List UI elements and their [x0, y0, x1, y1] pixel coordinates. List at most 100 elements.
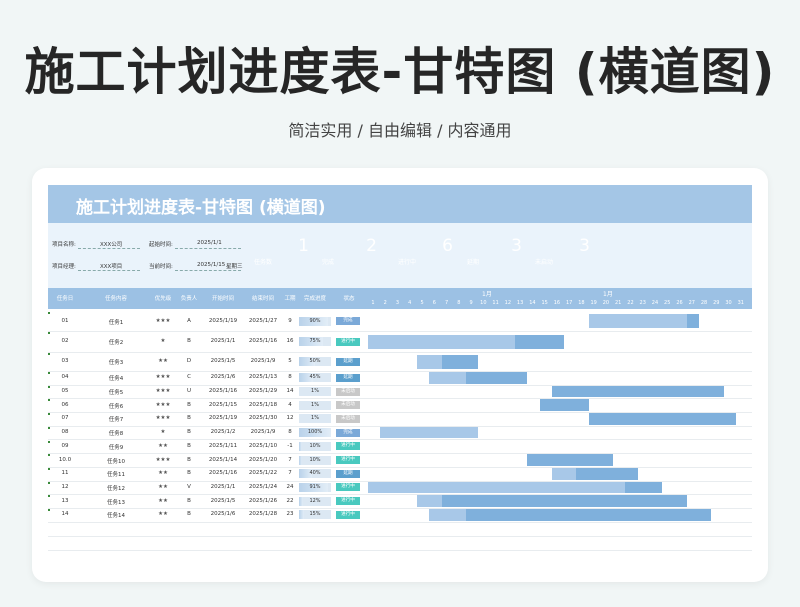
gantt-bar[interactable]: [466, 372, 528, 384]
cell-id[interactable]: 12: [52, 484, 78, 490]
cell-priority[interactable]: ★★★: [148, 374, 178, 380]
table-row[interactable]: 02 任务2 ★ B 2025/1/1 2025/1/16 16 75% 进行中: [48, 331, 752, 353]
cell-end[interactable]: 2025/1/13: [244, 374, 282, 380]
cell-end[interactable]: 2025/1/22: [244, 470, 282, 476]
cell-start[interactable]: 2025/1/14: [204, 457, 242, 463]
cell-task[interactable]: 任务4: [92, 374, 140, 382]
cell-priority[interactable]: ★★: [148, 484, 178, 490]
cell-owner[interactable]: B: [178, 498, 200, 504]
cell-end[interactable]: 2025/1/24: [244, 484, 282, 490]
table-row[interactable]: 10.0 任务10 ★★★ B 2025/1/14 2025/1/20 7 10% 进行中: [48, 453, 752, 468]
cell-start[interactable]: 2025/1/16: [204, 388, 242, 394]
table-row[interactable]: 13 任务13 ★★ B 2025/1/5 2025/1/26 22 12% 进行中: [48, 494, 752, 509]
cell-owner[interactable]: B: [178, 511, 200, 517]
table-row[interactable]: 04 任务4 ★★★ C 2025/1/6 2025/1/13 8 45% 延期: [48, 371, 752, 386]
cell-id[interactable]: 02: [52, 338, 78, 344]
cell-end[interactable]: 2025/1/28: [244, 511, 282, 517]
cell-task[interactable]: 任务9: [92, 443, 140, 451]
column-header[interactable]: 完成进度: [298, 294, 332, 302]
cell-priority[interactable]: ★★★: [148, 318, 178, 324]
cell-priority[interactable]: ★★★: [148, 402, 178, 408]
cell-end[interactable]: 2025/1/27: [244, 318, 282, 324]
gantt-bar[interactable]: [588, 314, 687, 328]
status-badge[interactable]: 进行中: [336, 442, 360, 451]
gantt-bar[interactable]: [551, 385, 724, 398]
start-date-value[interactable]: 2025/1/1: [197, 240, 222, 246]
gantt-bar[interactable]: [441, 495, 687, 507]
cell-owner[interactable]: B: [178, 429, 200, 435]
gantt-bar[interactable]: [576, 467, 638, 480]
cell-task[interactable]: 任务5: [92, 388, 140, 396]
cell-owner[interactable]: B: [178, 402, 200, 408]
cell-end[interactable]: 2025/1/20: [244, 457, 282, 463]
status-badge[interactable]: 未启动: [336, 414, 360, 423]
cell-id[interactable]: 04: [52, 374, 78, 380]
cell-days[interactable]: 23: [282, 511, 298, 517]
cell-id[interactable]: 06: [52, 402, 78, 408]
cell-days[interactable]: 9: [282, 318, 298, 324]
status-badge[interactable]: 延期: [336, 373, 360, 382]
cell-priority[interactable]: ★: [148, 429, 178, 435]
cell-days[interactable]: 4: [282, 402, 298, 408]
cell-days[interactable]: 7: [282, 457, 298, 463]
project-name-value[interactable]: XXX公司: [100, 240, 122, 248]
cell-id[interactable]: 09: [52, 443, 78, 449]
cell-priority[interactable]: ★★★: [148, 388, 178, 394]
cell-owner[interactable]: B: [178, 338, 200, 344]
cell-task[interactable]: 任务1: [92, 318, 140, 326]
cell-task[interactable]: 任务14: [92, 511, 140, 519]
cell-task[interactable]: 任务3: [92, 358, 140, 366]
cell-start[interactable]: 2025/1/19: [204, 318, 242, 324]
cell-days[interactable]: 12: [282, 415, 298, 421]
table-row[interactable]: 12 任务12 ★★ V 2025/1/1 2025/1/24 24 91% 进行中: [48, 481, 752, 496]
gantt-bar[interactable]: [625, 481, 663, 494]
column-header[interactable]: 开始时间: [204, 294, 242, 302]
column-header[interactable]: 状态: [336, 294, 362, 302]
status-badge[interactable]: 未启动: [336, 401, 360, 410]
status-badge[interactable]: 未启动: [336, 387, 360, 396]
cell-priority[interactable]: ★★: [148, 498, 178, 504]
table-row[interactable]: 09 任务9 ★★ B 2025/1/11 2025/1/10 -1 10% 进行中: [48, 440, 752, 455]
cell-days[interactable]: 22: [282, 498, 298, 504]
current-date-value[interactable]: 2025/1/15: [197, 262, 225, 268]
cell-id[interactable]: 05: [52, 388, 78, 394]
cell-days[interactable]: 14: [282, 388, 298, 394]
cell-end[interactable]: 2025/1/29: [244, 388, 282, 394]
cell-id[interactable]: 11: [52, 470, 78, 476]
cell-owner[interactable]: V: [178, 484, 200, 490]
cell-priority[interactable]: ★★: [148, 443, 178, 449]
cell-priority[interactable]: ★: [148, 338, 178, 344]
cell-task[interactable]: 任务12: [92, 484, 140, 492]
cell-days[interactable]: 8: [282, 374, 298, 380]
cell-start[interactable]: 2025/1/16: [204, 470, 242, 476]
cell-owner[interactable]: C: [178, 374, 200, 380]
table-row[interactable]: 07 任务7 ★★★ B 2025/1/19 2025/1/30 12 1% 未启动: [48, 412, 752, 427]
column-header[interactable]: 优先级: [148, 294, 178, 302]
cell-end[interactable]: 2025/1/9: [244, 358, 282, 364]
cell-days[interactable]: -1: [282, 443, 298, 449]
table-row[interactable]: 11 任务11 ★★ B 2025/1/16 2025/1/22 7 40% 延期: [48, 467, 752, 482]
gantt-bar[interactable]: [588, 413, 736, 425]
cell-start[interactable]: 2025/1/19: [204, 415, 242, 421]
cell-days[interactable]: 8: [282, 429, 298, 435]
gantt-bar[interactable]: [429, 372, 467, 384]
table-row[interactable]: 08 任务8 ★ B 2025/1/2 2025/1/9 8 100% 完成: [48, 426, 752, 441]
cell-id[interactable]: 07: [52, 415, 78, 421]
gantt-bar[interactable]: [466, 509, 712, 521]
cell-owner[interactable]: B: [178, 443, 200, 449]
cell-end[interactable]: 2025/1/18: [244, 402, 282, 408]
cell-task[interactable]: 任务10: [92, 457, 140, 465]
cell-end[interactable]: 2025/1/16: [244, 338, 282, 344]
gantt-bar[interactable]: [417, 354, 442, 369]
cell-owner[interactable]: B: [178, 415, 200, 421]
cell-start[interactable]: 2025/1/15: [204, 402, 242, 408]
cell-start[interactable]: 2025/1/2: [204, 429, 242, 435]
cell-priority[interactable]: ★★: [148, 470, 178, 476]
cell-id[interactable]: 01: [52, 318, 78, 324]
cell-id[interactable]: 14: [52, 511, 78, 517]
gantt-bar[interactable]: [429, 509, 467, 521]
cell-days[interactable]: 7: [282, 470, 298, 476]
status-badge[interactable]: 延期: [336, 357, 360, 366]
cell-id[interactable]: 13: [52, 498, 78, 504]
cell-owner[interactable]: B: [178, 457, 200, 463]
